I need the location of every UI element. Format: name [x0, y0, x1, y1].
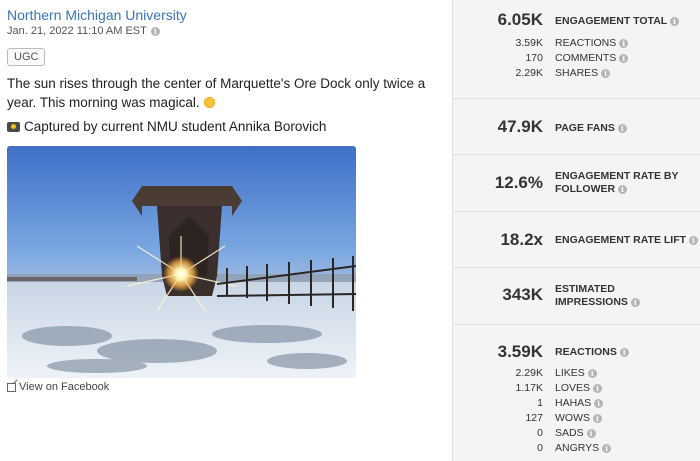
info-icon[interactable]: i	[594, 398, 604, 408]
engagement-total-label: ENGAGEMENT TOTAL i	[555, 15, 679, 28]
reactions-block: 3.59K REACTIONS i 2.29K LIKES i 1.17K LOVE…	[453, 325, 700, 461]
page-fans-block: 47.9K PAGE FANS i	[453, 99, 700, 155]
post-caption: Captured by current NMU student Annika B…	[7, 119, 326, 134]
sun-icon	[203, 96, 217, 109]
camera-icon	[7, 121, 20, 132]
info-icon[interactable]: i	[618, 184, 627, 194]
engagement-lift-label: ENGAGEMENT RATE LIFT i	[555, 234, 698, 247]
post-photo[interactable]	[7, 146, 356, 378]
breakdown-row: 3.59K REACTIONS i	[453, 37, 700, 52]
view-on-facebook[interactable]: View on Facebook	[7, 381, 109, 393]
post-body: The sun rises through the center of Marq…	[7, 76, 426, 110]
impressions-value: 343K	[502, 285, 543, 304]
stats-panel: 6.05K ENGAGEMENT TOTAL i 3.59K REACTIONS …	[452, 0, 700, 461]
info-icon[interactable]: i	[688, 235, 698, 245]
info-icon[interactable]: i	[619, 347, 629, 357]
post-panel: Northern Michigan University Jan. 21, 20…	[0, 0, 452, 461]
reaction-row: 127 WOWS i	[453, 412, 700, 427]
page-fans-label: PAGE FANS i	[555, 122, 627, 135]
post-date-text: Jan. 21, 2022 11:10 AM EST	[7, 25, 147, 37]
page-fans-value: 47.9K	[497, 117, 543, 136]
info-icon[interactable]: i	[630, 297, 640, 307]
info-icon[interactable]: i	[587, 368, 597, 378]
info-icon[interactable]: i	[617, 123, 627, 133]
breakdown-row: 2.29K SHARES i	[453, 67, 700, 82]
post-text: The sun rises through the center of Marq…	[7, 74, 447, 112]
impressions-block: 343K ESTIMATED IMPRESSIONS i	[453, 268, 700, 325]
info-icon[interactable]: i	[619, 53, 629, 63]
impressions-label: ESTIMATED IMPRESSIONS i	[555, 283, 640, 309]
reaction-row: 2.29K LIKES i	[453, 367, 700, 382]
info-icon[interactable]: i	[619, 38, 629, 48]
info-icon[interactable]: i	[150, 26, 160, 36]
engagement-total-value: 6.05K	[497, 10, 543, 29]
info-icon[interactable]: i	[602, 443, 612, 453]
reaction-row: 1 HAHAS i	[453, 397, 700, 412]
view-link-text[interactable]: View on Facebook	[19, 381, 109, 393]
engagement-rate-block: 12.6% ENGAGEMENT RATE BY FOLLOWER i	[453, 155, 700, 212]
engagement-rate-label: ENGAGEMENT RATE BY FOLLOWER i	[555, 170, 679, 195]
info-icon[interactable]: i	[592, 383, 602, 393]
ugc-badge: UGC	[7, 48, 46, 66]
reactions-value: 3.59K	[497, 342, 543, 361]
info-icon[interactable]: i	[669, 16, 679, 26]
engagement-rate-value: 12.6%	[494, 173, 543, 192]
reactions-label: REACTIONS i	[555, 346, 629, 359]
caption-text: Captured by current NMU student Annika B…	[24, 119, 327, 134]
engagement-lift-block: 18.2x ENGAGEMENT RATE LIFT i	[453, 212, 700, 268]
org-name-link[interactable]: Northern Michigan University	[7, 7, 187, 23]
post-date: Jan. 21, 2022 11:10 AM EST i	[7, 25, 160, 37]
engagement-lift-value: 18.2x	[500, 230, 543, 249]
info-icon[interactable]: i	[592, 413, 602, 423]
engagement-total-block: 6.05K ENGAGEMENT TOTAL i 3.59K REACTIONS …	[453, 0, 700, 99]
breakdown-row: 170 COMMENTS i	[453, 52, 700, 67]
info-icon[interactable]: i	[601, 68, 611, 78]
external-link-icon	[7, 382, 16, 392]
reaction-row: 1.17K LOVES i	[453, 382, 700, 397]
reaction-row: 0 SADS i	[453, 427, 700, 442]
info-icon[interactable]: i	[586, 428, 596, 438]
reaction-row: 0 ANGRYS i	[453, 442, 700, 457]
